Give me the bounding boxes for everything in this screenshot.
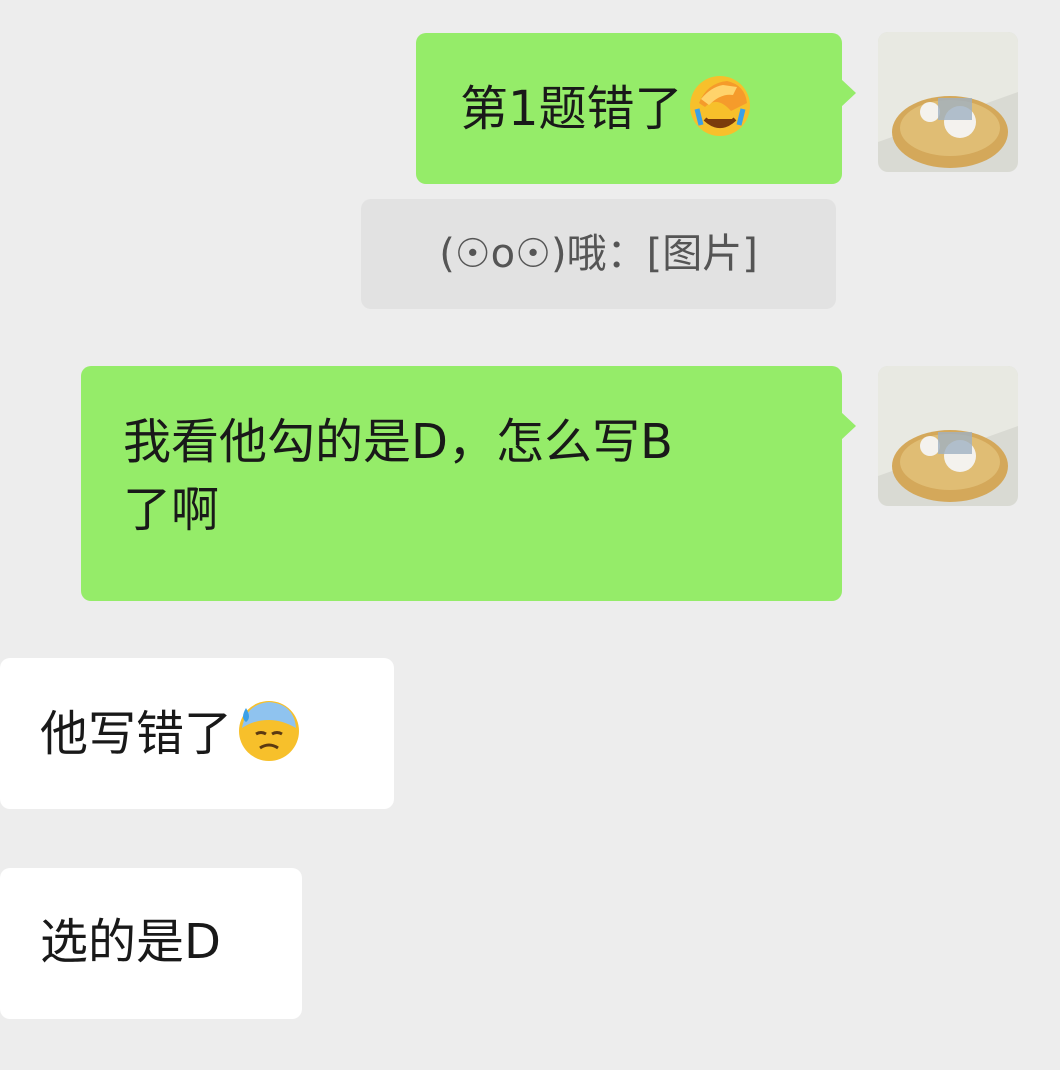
- quoted-text: (☉o☉)哦：[图片]: [439, 231, 758, 277]
- face-palm-emoji-icon: [689, 76, 750, 136]
- chat-area: 第1题错了 (☉o☉)哦：[图片] 我看他勾的是D，怎么写B 了啊 他写错了 选…: [0, 0, 1060, 1070]
- avatar-image: [878, 366, 1018, 506]
- avatar-image: [878, 32, 1018, 172]
- my-message-bubble[interactable]: 我看他勾的是D，怎么写B 了啊: [81, 366, 856, 601]
- message-text: 他写错了: [40, 706, 233, 762]
- message-text: 选的是D: [40, 914, 221, 970]
- my-avatar[interactable]: [878, 32, 1018, 172]
- my-message-bubble[interactable]: 第1题错了: [416, 33, 856, 184]
- other-message-bubble[interactable]: 选的是D: [0, 868, 302, 1019]
- message-text-line-2: 了啊: [123, 482, 220, 538]
- message-text-line-1: 我看他勾的是D，怎么写B: [123, 414, 673, 470]
- anxious-sweat-emoji-icon: [239, 701, 300, 761]
- other-message-bubble[interactable]: 他写错了: [0, 658, 394, 809]
- quoted-message[interactable]: (☉o☉)哦：[图片]: [361, 199, 836, 309]
- message-text: 第1题错了: [460, 81, 683, 137]
- my-avatar[interactable]: [878, 366, 1018, 506]
